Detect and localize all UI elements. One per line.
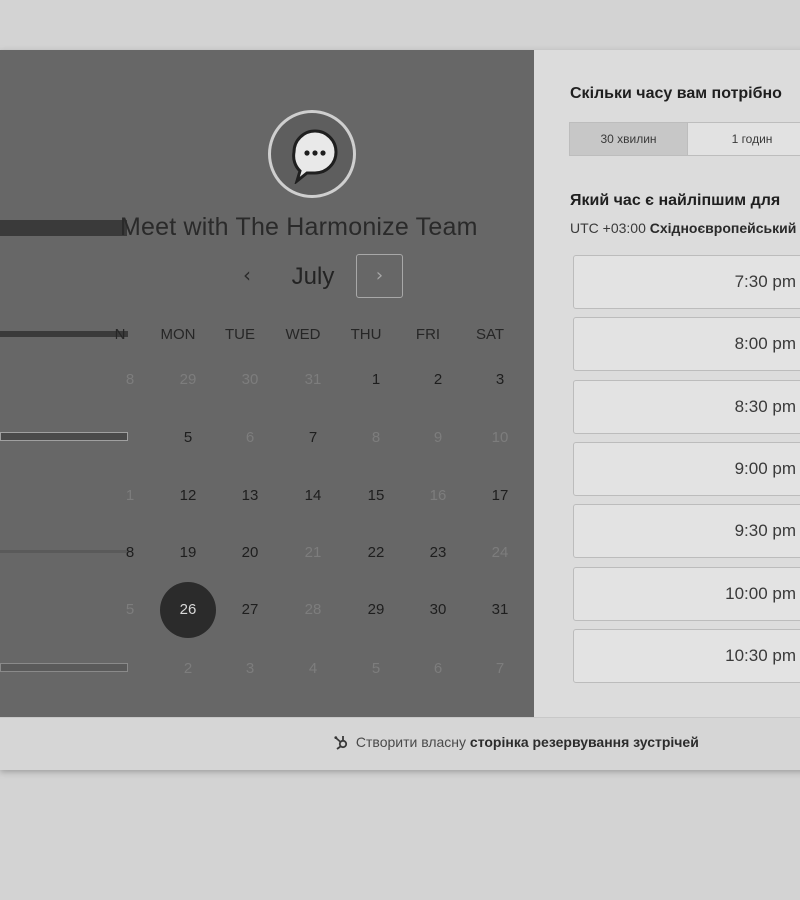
calendar-panel: Meet with The Harmonize Team ‹ July › NM… xyxy=(0,50,534,717)
time-slot-label: 10:00 pm xyxy=(725,583,796,603)
weekday-header: WED xyxy=(285,326,321,343)
weekday-header: FRI xyxy=(415,326,441,343)
calendar-day: 8 xyxy=(371,429,381,446)
month-label: July xyxy=(291,263,335,290)
calendar-day: 1 xyxy=(125,487,135,504)
hubspot-sprocket-icon xyxy=(334,736,348,750)
chat-bubble-icon xyxy=(292,129,338,184)
time-slot-label: 7:30 pm xyxy=(734,272,796,291)
chevron-right-icon[interactable]: › xyxy=(356,254,403,298)
calendar-day[interactable]: 5 xyxy=(163,426,213,450)
duration-option-30[interactable]: 30 хвилин xyxy=(569,122,688,156)
calendar-day[interactable]: 12 xyxy=(163,484,213,508)
time-slot-button[interactable]: 8:30 pm xyxy=(573,379,800,434)
calendar-day xyxy=(105,426,155,450)
weekday-header: TUE xyxy=(225,326,255,343)
time-slot-label: 9:00 pm xyxy=(734,458,796,478)
weekday-header: MON xyxy=(160,326,196,343)
calendar-day: 29 xyxy=(179,371,197,388)
calendar-day[interactable]: 19 xyxy=(163,541,213,565)
calendar-day[interactable]: 27 xyxy=(225,598,275,622)
footer: Створити власну сторінка резервування зу… xyxy=(0,717,800,770)
duration-option-60[interactable]: 1 годин xyxy=(687,122,800,156)
calendar-day: 8 xyxy=(125,371,135,388)
left-column-remnant xyxy=(0,220,127,236)
time-slot-button[interactable]: 9:00 pm xyxy=(573,441,800,496)
calendar-day: 6 xyxy=(433,660,443,677)
calendar-day: 2 xyxy=(183,660,193,677)
team-avatar xyxy=(268,110,356,198)
timezone-label[interactable]: UTC +03:00 Східноєвропейський xyxy=(570,220,796,236)
time-slot-button[interactable]: 7:30 pm xyxy=(573,255,800,309)
calendar-day: 6 xyxy=(245,429,255,446)
footer-text-plain: Створити власну xyxy=(355,734,467,750)
calendar-day[interactable]: 17 xyxy=(475,484,525,508)
calendar-day: 5 xyxy=(125,601,135,618)
calendar-day: 10 xyxy=(491,429,509,446)
duration-question: Скільки часу вам потрібно xyxy=(570,85,782,102)
calendar-day[interactable]: 20 xyxy=(225,541,275,565)
calendar-day[interactable]: 3 xyxy=(475,368,525,392)
calendar-day: 5 xyxy=(371,660,381,677)
time-slot-button[interactable]: 8:00 pm xyxy=(573,317,800,372)
calendar-day: 3 xyxy=(245,660,255,677)
calendar-day[interactable]: 22 xyxy=(351,541,401,565)
calendar-day[interactable]: 13 xyxy=(225,484,275,508)
time-slot-label: 9:30 pm xyxy=(734,521,796,541)
time-slot-label: 8:30 pm xyxy=(734,396,796,416)
calendar-day[interactable]: 14 xyxy=(288,484,338,508)
time-slot-label: 8:00 pm xyxy=(734,334,796,354)
footer-link[interactable]: Створити власну сторінка резервування зу… xyxy=(333,734,699,750)
calendar-day: 21 xyxy=(304,544,322,561)
calendar-day[interactable]: 31 xyxy=(475,598,525,622)
time-slot-button[interactable]: 9:30 pm xyxy=(573,504,800,559)
calendar-day: 9 xyxy=(433,429,443,446)
timezone-offset: UTC +03:00 xyxy=(570,220,646,236)
calendar-day: 31 xyxy=(304,371,322,388)
time-slot-label: 10:30 pm xyxy=(725,645,796,665)
calendar-day xyxy=(105,657,155,681)
booking-panel: Скільки часу вам потрібно 30 хвилин 1 го… xyxy=(534,50,800,717)
calendar-day[interactable]: 15 xyxy=(351,484,401,508)
calendar-day[interactable]: 23 xyxy=(413,541,463,565)
calendar-day[interactable]: 2 xyxy=(413,368,463,392)
time-question: Який час є найліпшим для xyxy=(570,192,781,209)
calendar-day[interactable]: 1 xyxy=(351,368,401,392)
weekday-header: SAT xyxy=(475,326,505,343)
calendar-day: 24 xyxy=(491,544,509,561)
calendar-day: 7 xyxy=(495,660,505,677)
calendar-day[interactable]: 7 xyxy=(288,426,338,450)
time-slot-button[interactable]: 10:30 pm xyxy=(573,628,800,683)
calendar-day: 30 xyxy=(241,371,259,388)
calendar-day-selected[interactable]: 26 xyxy=(160,582,216,638)
footer-text-bold: сторінка резервування зустрічей xyxy=(469,734,699,750)
page-title: Meet with The Harmonize Team xyxy=(120,213,478,241)
calendar-day[interactable]: 8 xyxy=(105,541,155,565)
time-slot-button[interactable]: 10:00 pm xyxy=(573,566,800,621)
calendar-day: 16 xyxy=(429,487,447,504)
calendar-day: 4 xyxy=(308,660,318,677)
weekday-header: THU xyxy=(350,326,382,343)
calendar-day[interactable]: 30 xyxy=(413,598,463,622)
timezone-name: Східноєвропейський xyxy=(649,220,797,236)
calendar-day[interactable]: 29 xyxy=(351,598,401,622)
calendar-day: 28 xyxy=(304,601,322,618)
stage: Meet with The Harmonize Team ‹ July › NM… xyxy=(0,0,800,900)
chevron-left-icon[interactable]: ‹ xyxy=(234,262,260,288)
